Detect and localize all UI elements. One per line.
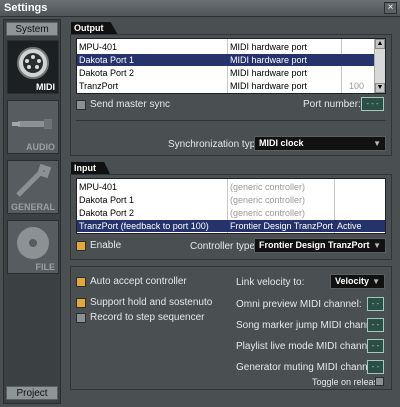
chevron-down-icon: ▼	[372, 277, 380, 286]
sync-type-dropdown[interactable]: MIDI clock ▼	[254, 136, 386, 151]
midi-plug-icon	[17, 47, 49, 79]
close-button[interactable]: ×	[384, 2, 397, 14]
list-item[interactable]: TranzPort MIDI hardware port 100	[77, 80, 375, 92]
sidebar-item-audio[interactable]: AUDIO	[7, 100, 59, 154]
send-master-sync-label: Send master sync	[90, 99, 171, 110]
link-velocity-dropdown[interactable]: Velocity ▼	[330, 274, 385, 289]
title-bar: Settings ×	[0, 0, 400, 17]
sidebar-item-label: AUDIO	[26, 142, 55, 152]
controller-type-label: Controller type:	[190, 241, 258, 252]
scroll-down-icon[interactable]: ▼	[375, 83, 385, 93]
output-port-list[interactable]: MPU-401 MIDI hardware port Dakota Port 1…	[76, 38, 386, 94]
toggle-on-release-label: Toggle on release	[312, 377, 384, 387]
auto-accept-label: Auto accept controller	[90, 276, 187, 287]
enable-checkbox[interactable]	[76, 241, 86, 251]
song-marker-field[interactable]: --	[367, 318, 384, 332]
sidebar: System MIDI AUDIO GENERAL FILE Project	[3, 19, 61, 404]
controller-type-dropdown[interactable]: Frontier Design TranzPort ▼	[254, 238, 386, 253]
output-list-scrollbar[interactable]: ▲ ▼	[374, 39, 385, 93]
list-item[interactable]: Dakota Port 2 MIDI hardware port	[77, 67, 375, 79]
playlist-live-field[interactable]: --	[367, 339, 384, 353]
generator-muting-field[interactable]: --	[367, 360, 384, 374]
list-item[interactable]: Dakota Port 2 (generic controller)	[77, 207, 385, 219]
scroll-up-icon[interactable]: ▲	[375, 39, 385, 49]
omni-preview-field[interactable]: --	[367, 297, 384, 311]
project-button[interactable]: Project	[6, 386, 58, 400]
generator-muting-label: Generator muting MIDI channel:	[236, 362, 379, 373]
chevron-down-icon: ▼	[373, 241, 381, 250]
window-title: Settings	[4, 2, 48, 14]
sync-type-label: Synchronization type:	[168, 139, 264, 150]
output-section-header: Output	[71, 22, 118, 34]
list-item[interactable]: MPU-401 MIDI hardware port	[77, 41, 375, 53]
sidebar-item-midi[interactable]: MIDI	[7, 40, 59, 94]
port-number-label: Port number:	[303, 99, 361, 110]
toggle-on-release-checkbox[interactable]	[375, 377, 384, 386]
sidebar-item-label: MIDI	[36, 82, 55, 92]
song-marker-label: Song marker jump MIDI channel:	[236, 320, 383, 331]
send-master-sync-checkbox[interactable]	[76, 100, 86, 110]
chevron-down-icon: ▼	[373, 139, 381, 148]
sidebar-item-file[interactable]: FILE	[7, 220, 59, 274]
record-step-checkbox[interactable]	[76, 313, 86, 323]
disc-icon	[17, 227, 49, 259]
playlist-live-label: Playlist live mode MIDI channel:	[236, 341, 378, 352]
omni-preview-label: Omni preview MIDI channel:	[236, 299, 362, 310]
auto-accept-checkbox[interactable]	[76, 277, 86, 287]
system-button[interactable]: System	[6, 22, 58, 36]
list-item[interactable]: Dakota Port 1 MIDI hardware port	[77, 54, 375, 66]
port-number-field[interactable]: ---	[361, 97, 384, 111]
sidebar-item-label: GENERAL	[10, 202, 55, 212]
wrench-icon	[16, 163, 52, 197]
support-hold-checkbox[interactable]	[76, 298, 86, 308]
sidebar-item-label: FILE	[35, 262, 56, 272]
audio-jack-icon	[12, 119, 52, 129]
enable-label: Enable	[90, 240, 122, 251]
input-section-header: Input	[71, 162, 110, 174]
link-velocity-label: Link velocity to:	[236, 277, 305, 288]
record-step-label: Record to step sequencer	[90, 312, 205, 323]
list-item[interactable]: TranzPort (feedback to port 100) Frontie…	[77, 220, 385, 232]
list-item[interactable]: Dakota Port 1 (generic controller)	[77, 194, 385, 206]
input-port-list[interactable]: MPU-401 (generic controller) Dakota Port…	[76, 178, 386, 234]
support-hold-label: Support hold and sostenuto	[90, 297, 213, 308]
list-item[interactable]: MPU-401 (generic controller)	[77, 181, 385, 193]
sidebar-item-general[interactable]: GENERAL	[7, 160, 59, 214]
